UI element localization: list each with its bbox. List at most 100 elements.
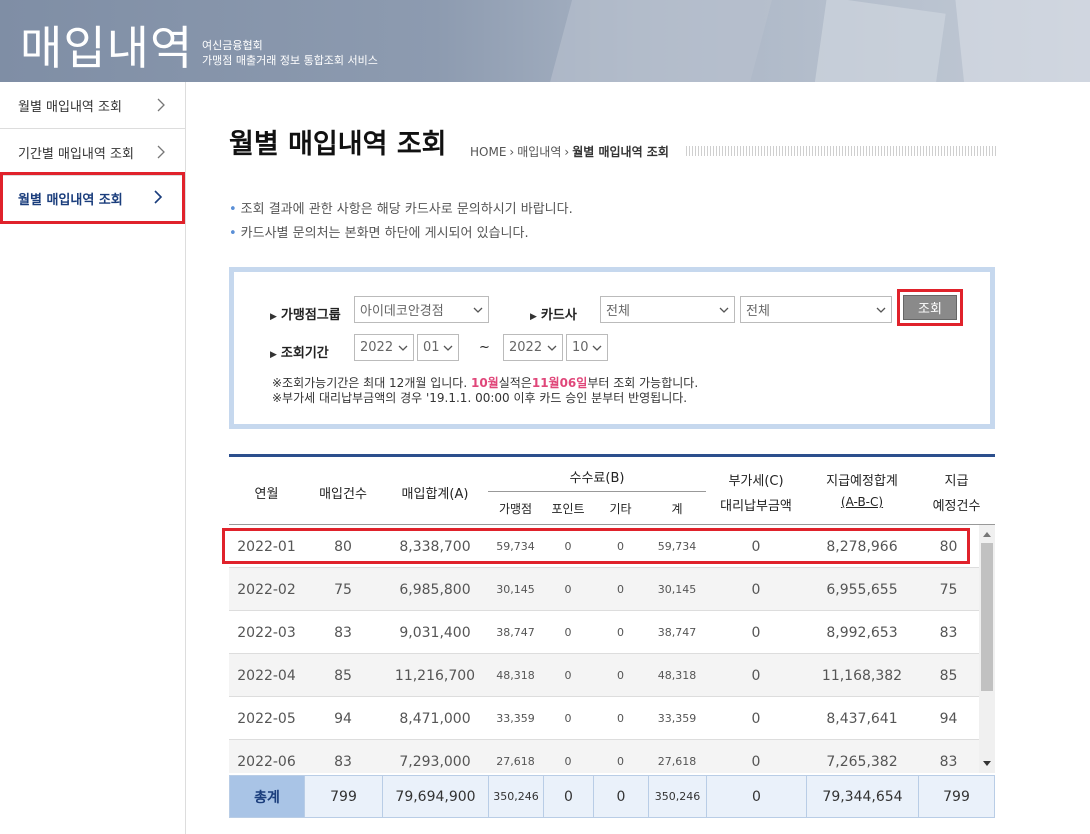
bullet-icon: • (229, 226, 237, 241)
table-cell: 48,318 (657, 669, 697, 682)
breadcrumb-separator-icon: › (564, 144, 570, 159)
sidebar-item-monthly-active[interactable]: 월별 매입내역 조회 (0, 172, 185, 224)
breadcrumb-home[interactable]: HOME (470, 145, 506, 159)
header-vat: 부가세(C) (728, 474, 784, 489)
breadcrumb: HOME › 매입내역 › 월별 매입내역 조회 (470, 143, 669, 160)
breadcrumb-current: 월별 매입내역 조회 (572, 145, 669, 159)
table-cell: 0 (751, 581, 761, 598)
sidebar-item-period[interactable]: 기간별 매입내역 조회 (0, 129, 185, 176)
table-cell: 30,145 (496, 583, 535, 596)
period-tilde: ~ (479, 340, 490, 355)
search-panel: ▶ 가맹점그룹 아이데코안경점 ▶ 카드사 전체 전체 조회 ▶ 조회기간 2022 … (229, 267, 995, 429)
table-cell: 2022-05 (237, 710, 296, 727)
table-cell: 85 (939, 667, 958, 684)
table-cell: 83 (939, 624, 958, 641)
table-cell: 0 (544, 776, 594, 817)
sidebar-item-monthly[interactable]: 월별 매입내역 조회 (0, 82, 185, 129)
table-row[interactable]: 2022-03 83 9,031,400 38,747 0 0 38,747 0… (229, 611, 979, 654)
header-fee-sum: 계 (671, 502, 683, 516)
header-total: 매입합계(A) (401, 487, 469, 502)
chevron-down-icon (719, 307, 729, 313)
header-fee: 수수료(B) (569, 471, 625, 486)
table-cell: 0 (594, 776, 649, 817)
table-cell: 0 (564, 626, 572, 639)
sidebar-item-label: 기간별 매입내역 조회 (18, 146, 134, 162)
table-cell: 8,992,653 (826, 624, 898, 641)
breadcrumb-divider (686, 146, 996, 156)
table-cell: 79,694,900 (383, 776, 489, 817)
table-cell: 0 (564, 583, 572, 596)
period-label: ▶ 조회기간 (270, 346, 329, 361)
table-cell: 75 (334, 581, 352, 598)
search-button[interactable]: 조회 (897, 289, 963, 326)
card-select-1[interactable]: 전체 (600, 296, 735, 323)
table-cell: 0 (617, 755, 624, 768)
sidebar: 월별 매입내역 조회 기간별 매입내역 조회 월별 매입내역 조회 (0, 82, 186, 834)
table-cell: 83 (939, 753, 958, 770)
table-row[interactable]: 2022-02 75 6,985,800 30,145 0 0 30,145 0… (229, 568, 979, 611)
chevron-down-icon (443, 345, 453, 351)
header-fee-point: 포인트 (551, 502, 585, 516)
card-select-2[interactable]: 전체 (740, 296, 892, 323)
table-cell: 94 (334, 710, 352, 727)
table-row[interactable]: 2022-04 85 11,216,700 48,318 0 0 48,318 … (229, 654, 979, 697)
table-cell: 33,359 (657, 712, 697, 725)
table-cell: 2022-02 (237, 581, 296, 598)
banner-title: 매입내역 (20, 21, 194, 75)
row-highlight (222, 528, 970, 564)
arrow-right-icon: ▶ (530, 312, 537, 322)
table-cell: 799 (305, 776, 383, 817)
table-cell: 0 (617, 669, 624, 682)
table-cell: 11,168,382 (821, 667, 903, 684)
chevron-down-icon (547, 345, 557, 351)
banner-org: 여신금융협회 (202, 39, 263, 52)
table-cell: 2022-06 (237, 753, 296, 770)
table-cell: 7,293,000 (399, 753, 471, 770)
chevron-down-icon (473, 307, 483, 313)
table-cell: 0 (564, 755, 572, 768)
group-label: ▶ 가맹점그룹 (270, 308, 341, 323)
table-cell: 30,145 (657, 583, 697, 596)
table-cell: 0 (617, 626, 624, 639)
info-vat: ※부가세 대리납부금액의 경우 '19.1.1. 00:00 이후 카드 승인 … (272, 391, 688, 405)
breadcrumb-purchase[interactable]: 매입내역 (517, 143, 561, 160)
breadcrumb-separator-icon: › (509, 144, 515, 159)
scroll-up-icon[interactable] (983, 531, 991, 537)
chevron-down-icon (398, 345, 408, 351)
to-month-select[interactable]: 10 (566, 334, 608, 361)
sidebar-item-label: 월별 매입내역 조회 (18, 192, 123, 208)
table-cell: 38,747 (657, 626, 697, 639)
group-select[interactable]: 아이데코안경점 (354, 296, 489, 323)
from-month-select[interactable]: 01 (417, 334, 459, 361)
table-cell: 0 (564, 669, 572, 682)
scroll-down-icon[interactable] (983, 761, 991, 767)
table-cell: 350,246 (489, 776, 544, 817)
table-cell: 350,246 (649, 776, 707, 817)
table-cell: 38,747 (496, 626, 535, 639)
header-count: 매입건수 (319, 487, 367, 502)
table-cell: 8,437,641 (826, 710, 898, 727)
table-cell: 0 (564, 712, 572, 725)
header-month: 연월 (254, 487, 279, 502)
table-cell: 83 (334, 624, 352, 641)
table-scrollbar[interactable] (979, 525, 995, 773)
totals-row: 총계 799 79,694,900 350,246 0 0 350,246 0 … (229, 775, 995, 818)
table-cell: 75 (939, 581, 958, 598)
table-cell: 94 (939, 710, 958, 727)
chevron-down-icon (876, 307, 886, 313)
table-row[interactable]: 2022-05 94 8,471,000 33,359 0 0 33,359 0… (229, 697, 979, 740)
chevron-right-icon (157, 98, 165, 112)
table-cell: 48,318 (496, 669, 535, 682)
table-cell: 33,359 (496, 712, 535, 725)
sidebar-item-label: 월별 매입내역 조회 (18, 99, 122, 115)
from-year-select[interactable]: 2022 (354, 334, 414, 361)
table-cell: 6,985,800 (399, 581, 471, 598)
to-year-select[interactable]: 2022 (503, 334, 563, 361)
table-top-border (229, 454, 995, 457)
table-cell: 0 (617, 583, 624, 596)
table-row[interactable]: 2022-06 83 7,293,000 27,618 0 0 27,618 0… (229, 740, 979, 773)
table-cell: 6,955,655 (826, 581, 898, 598)
header-fee-merchant: 가맹점 (498, 502, 533, 516)
arrow-right-icon: ▶ (270, 350, 277, 360)
scrollbar-thumb[interactable] (981, 543, 993, 691)
